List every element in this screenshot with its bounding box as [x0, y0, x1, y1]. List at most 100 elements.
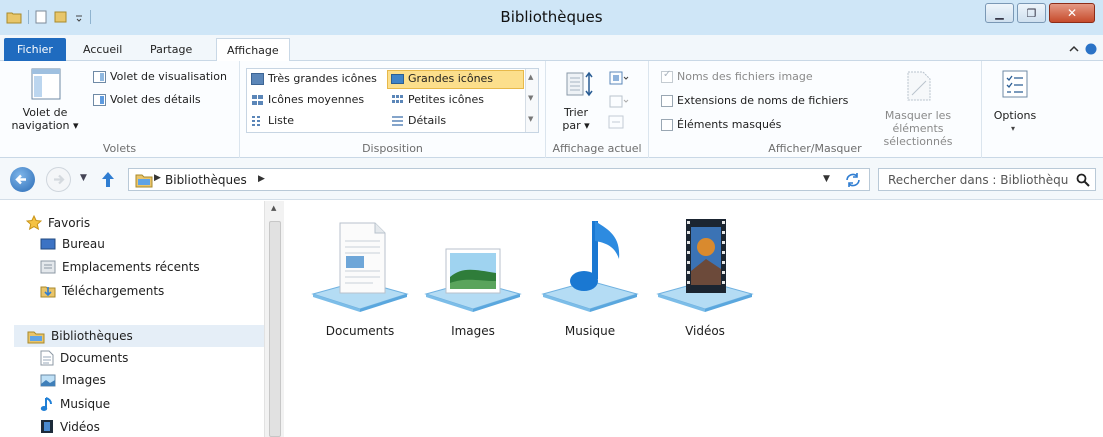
library-item-documents[interactable]: Documents: [305, 211, 415, 346]
layout-extra-large-icons[interactable]: Très grandes icônes: [251, 72, 377, 85]
nav-item-label: Musique: [60, 397, 111, 411]
back-button[interactable]: [10, 167, 35, 192]
layout-small-icons[interactable]: Petites icônes: [391, 93, 484, 106]
navigation-pane-icon: [31, 68, 61, 100]
layout-label: Détails: [408, 114, 447, 127]
address-dropdown-icon[interactable]: ▼: [823, 174, 830, 184]
breadcrumb[interactable]: Bibliothèques: [165, 173, 247, 187]
layout-list[interactable]: Liste: [251, 114, 294, 127]
scroll-down-icon[interactable]: ▼: [528, 94, 533, 102]
tab-accueil[interactable]: Accueil: [73, 38, 132, 61]
library-item-images[interactable]: Images: [418, 211, 528, 346]
address-box[interactable]: ▶ Bibliothèques ▶ ▼: [128, 168, 870, 191]
medium-icons-icon: [252, 94, 263, 105]
pictures-icon: [40, 374, 56, 386]
forward-button[interactable]: [46, 167, 71, 192]
music-icon: [40, 397, 52, 411]
tab-partage[interactable]: Partage: [140, 38, 202, 61]
checkbox-file-extensions[interactable]: Extensions de noms de fichiers: [661, 94, 848, 107]
breadcrumb-chevron-icon[interactable]: ▶: [258, 174, 265, 184]
pictures-library-icon: [424, 248, 522, 312]
nav-item-label: Téléchargements: [62, 283, 165, 298]
nav-favorites[interactable]: Favoris: [26, 215, 90, 230]
library-item-label: Documents: [325, 324, 395, 338]
scroll-up-icon[interactable]: ▲: [271, 204, 276, 212]
layout-large-icons[interactable]: Grandes icônes: [391, 72, 493, 85]
search-box: [878, 168, 1096, 191]
ribbon-tabs: Fichier Accueil Partage Affichage: [0, 35, 1103, 62]
nav-documents[interactable]: Documents: [40, 350, 128, 366]
gallery-more-icon[interactable]: ▼: [528, 115, 533, 123]
tab-fichier[interactable]: Fichier: [4, 38, 66, 61]
documents-library-icon: [311, 222, 409, 312]
restore-button[interactable]: ❐: [1017, 3, 1046, 23]
options-button[interactable]: Options ▾: [990, 70, 1040, 140]
libraries-icon: [27, 331, 45, 343]
nav-videos[interactable]: Vidéos: [40, 419, 100, 434]
list-icon: [252, 115, 260, 126]
nav-bibliotheques[interactable]: Bibliothèques: [14, 325, 264, 347]
close-button[interactable]: ✕: [1049, 3, 1095, 23]
group-affichage-actuel: Trier par ▾ Affichage actuel: [546, 61, 649, 158]
layout-medium-icons[interactable]: Icônes moyennes: [251, 93, 364, 106]
preview-pane-label: Volet de visualisation: [110, 70, 227, 83]
back-arrow-icon: [15, 174, 26, 185]
nav-bureau[interactable]: Bureau: [40, 237, 105, 251]
downloads-icon: [40, 286, 56, 298]
details-pane-button[interactable]: Volet des détails: [93, 93, 201, 106]
layout-label: Petites icônes: [408, 93, 484, 106]
navigation-pane-button[interactable]: Volet de navigation ▾: [4, 66, 86, 138]
minimize-ribbon-icon[interactable]: [1069, 45, 1079, 53]
nav-item-label: Vidéos: [60, 419, 100, 434]
nav-images[interactable]: Images: [40, 373, 106, 387]
navigation-pane-label: Volet de navigation ▾: [4, 106, 86, 132]
navigation-pane-label-line1: Volet de: [22, 106, 68, 119]
recent-locations-icon[interactable]: ▼: [80, 173, 87, 183]
scrollbar-thumb[interactable]: [269, 221, 281, 437]
nav-telechargements[interactable]: Téléchargements: [40, 283, 164, 298]
breadcrumb-chevron-icon[interactable]: ▶: [154, 173, 161, 183]
check-icon: ✓: [663, 68, 672, 80]
nav-item-label: Favoris: [48, 215, 91, 230]
group-volets: Volet de navigation ▾ Volet de visualisa…: [0, 61, 240, 158]
preview-pane-icon: [93, 70, 106, 83]
scroll-up-icon[interactable]: ▲: [528, 73, 533, 81]
nav-musique[interactable]: Musique: [40, 396, 110, 412]
help-icon[interactable]: [1085, 43, 1097, 55]
recent-places-icon: [40, 260, 56, 274]
library-item-musique[interactable]: Musique: [535, 211, 645, 346]
extra-large-icons-icon: [251, 72, 264, 85]
library-item-videos[interactable]: Vidéos: [650, 211, 760, 346]
checkbox-image-filenames[interactable]: ✓ Noms des fichiers image: [661, 68, 813, 83]
group-by-icon[interactable]: [606, 71, 630, 87]
window-title: Bibliothèques: [500, 8, 603, 26]
layout-gallery-scroller[interactable]: ▲ ▼ ▼: [525, 69, 538, 132]
videos-library-icon: [656, 219, 754, 312]
checkbox-hidden-items[interactable]: Éléments masqués: [661, 118, 781, 131]
preview-pane-button[interactable]: Volet de visualisation: [93, 70, 227, 83]
window-controls: ▁ ❐ ✕: [985, 3, 1095, 23]
search-input[interactable]: [879, 169, 1069, 190]
documents-icon: [40, 350, 54, 366]
sort-by-icon: [566, 71, 593, 97]
ribbon-right-controls: [1069, 43, 1097, 55]
sort-by-label-line2: par ▾: [556, 119, 596, 132]
details-icon: [392, 115, 403, 126]
sort-by-button[interactable]: Trier par ▾: [556, 70, 596, 140]
nav-item-label: Images: [62, 373, 106, 387]
refresh-icon[interactable]: [843, 172, 863, 188]
details-pane-label: Volet des détails: [110, 93, 201, 106]
nav-emplacements-recents[interactable]: Emplacements récents: [40, 260, 200, 274]
up-arrow-icon[interactable]: [101, 171, 115, 188]
sort-by-label-line1: Trier: [564, 106, 588, 119]
dropdown-arrow-icon: ▾: [73, 119, 79, 132]
nav-pane-scrollbar[interactable]: ▲: [264, 201, 284, 437]
tab-affichage[interactable]: Affichage: [216, 38, 290, 62]
layout-details[interactable]: Détails: [391, 114, 446, 127]
search-icon[interactable]: [1076, 173, 1090, 187]
minimize-button[interactable]: ▁: [985, 3, 1014, 23]
library-item-label: Musique: [564, 324, 616, 338]
navigation-pane: Favoris Bureau Emplacements récents Télé…: [0, 201, 284, 437]
options-icon: [1002, 70, 1028, 98]
music-library-icon: [541, 221, 639, 312]
